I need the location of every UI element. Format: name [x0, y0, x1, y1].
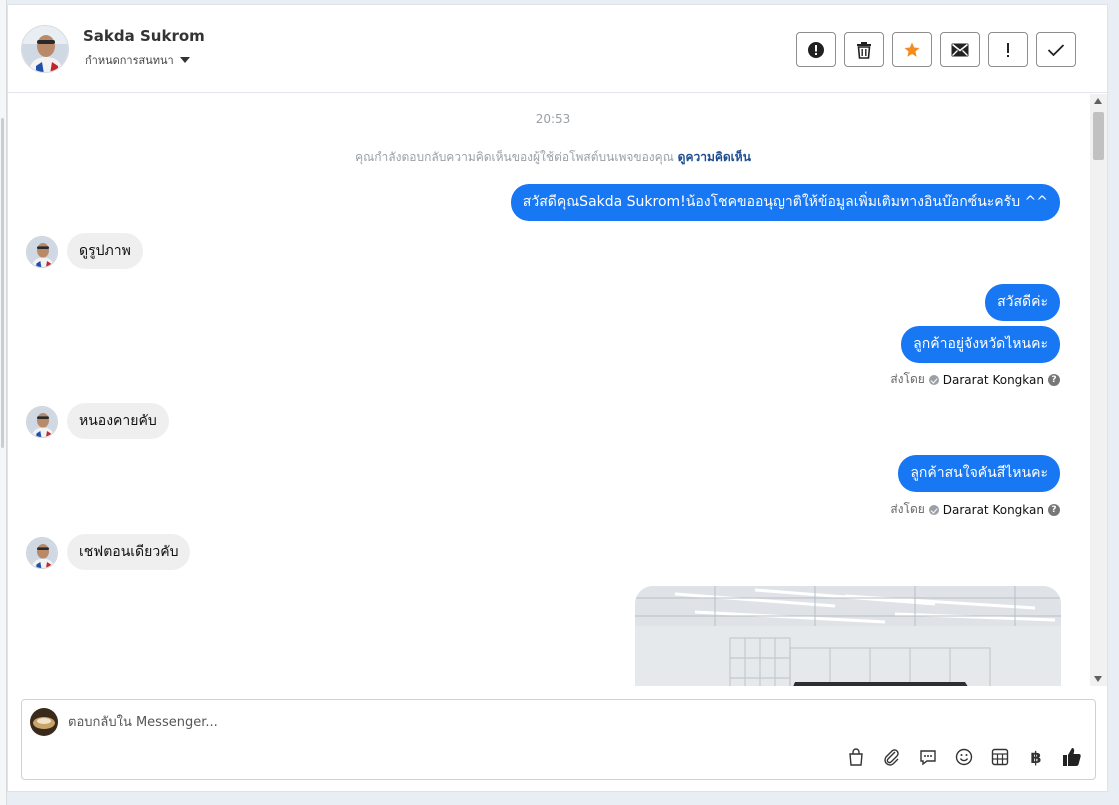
mark-unread-button[interactable] [940, 32, 980, 67]
spam-button[interactable] [796, 32, 836, 67]
alert-circle-icon [808, 41, 824, 58]
check-icon [1047, 43, 1065, 56]
incoming-message[interactable]: เชฟตอนเดียวคับ [67, 534, 191, 570]
outgoing-message[interactable]: สวัสดีค่ะ [985, 284, 1060, 321]
thumbs-up-icon[interactable] [1061, 746, 1083, 768]
scroll-up-arrow-icon[interactable] [1094, 98, 1102, 104]
scroll-down-arrow-icon[interactable] [1094, 676, 1102, 682]
help-icon[interactable]: ? [1048, 503, 1060, 516]
outgoing-message[interactable]: ลูกค้าสนใจคันสีไหนคะ [898, 455, 1060, 492]
verified-icon [928, 374, 939, 385]
previous-panel-edge [0, 0, 7, 805]
contact-avatar-small[interactable] [26, 537, 58, 569]
sent-by-info: ส่งโดย Dararat Kongkan ? [890, 370, 1060, 389]
reply-notice-text: คุณกำลังตอบกลับความคิดเห็นของผู้ใช้ต่อโพ… [355, 150, 674, 164]
outgoing-message[interactable]: ลูกค้าอยู่จังหวัดไหนคะ [901, 326, 1060, 363]
contact-avatar-small[interactable] [26, 406, 58, 438]
page-avatar [30, 708, 58, 736]
envelope-icon [951, 43, 969, 56]
paperclip-icon[interactable] [881, 746, 903, 768]
emoji-icon[interactable] [953, 746, 975, 768]
conversation-actions [796, 32, 1076, 67]
verified-icon [928, 504, 939, 515]
baht-icon[interactable]: ฿ [1025, 746, 1047, 768]
reply-notice: คุณกำลังตอบกลับความคิดเห็นของผู้ใช้ต่อโพ… [8, 148, 1090, 167]
attached-photo[interactable] [635, 586, 1061, 686]
star-button[interactable] [892, 32, 932, 67]
sent-by-info: ส่งโดย Dararat Kongkan ? [890, 500, 1060, 519]
sent-by-label: ส่งโดย [890, 502, 925, 516]
outgoing-message[interactable]: สวัสดีคุณSakda Sukrom!น้องโชคขออนุญาติให… [510, 184, 1060, 221]
help-icon[interactable]: ? [1048, 373, 1060, 386]
shopping-bag-icon[interactable] [845, 746, 867, 768]
conversation-header: Sakda Sukrom กำหนดการสนทนา [8, 5, 1109, 93]
star-icon [904, 42, 920, 57]
calculator-icon[interactable] [989, 746, 1011, 768]
done-button[interactable] [1036, 32, 1076, 67]
previous-panel-scrollbar[interactable] [1, 118, 4, 448]
baht-symbol: ฿ [1030, 747, 1042, 767]
trash-icon [857, 41, 871, 59]
contact-avatar-small[interactable] [26, 236, 58, 268]
message-thread: 20:53 คุณกำลังตอบกลับความคิดเห็นของผู้ใช… [8, 94, 1090, 686]
thread-timestamp: 20:53 [535, 112, 571, 126]
contact-name[interactable]: Sakda Sukrom [83, 27, 205, 45]
composer-toolbar: ฿ [845, 746, 1083, 768]
view-comment-link[interactable]: ดูความคิดเห็น [678, 150, 751, 164]
conversation-schedule-dropdown[interactable]: กำหนดการสนทนา [85, 51, 190, 69]
exclamation-icon [1007, 42, 1009, 57]
saved-replies-icon[interactable] [917, 746, 939, 768]
reply-composer: ฿ [21, 699, 1096, 780]
conversation-panel: Sakda Sukrom กำหนดการสนทนา 20:53 คุณกำลั… [7, 4, 1109, 792]
sent-by-label: ส่งโดย [890, 372, 925, 386]
incoming-message[interactable]: ดูรูปภาพ [67, 233, 143, 269]
important-button[interactable] [988, 32, 1028, 67]
contact-avatar[interactable] [21, 25, 69, 73]
conversation-schedule-label: กำหนดการสนทนา [85, 54, 174, 67]
sent-by-agent[interactable]: Dararat Kongkan [943, 503, 1044, 517]
delete-button[interactable] [844, 32, 884, 67]
scroll-thumb[interactable] [1093, 112, 1104, 160]
caret-down-icon [179, 57, 190, 63]
sent-by-agent[interactable]: Dararat Kongkan [943, 373, 1044, 387]
incoming-message[interactable]: หนองคายคับ [67, 403, 169, 439]
reply-input[interactable] [68, 710, 1048, 734]
thread-scrollbar[interactable] [1090, 94, 1107, 686]
